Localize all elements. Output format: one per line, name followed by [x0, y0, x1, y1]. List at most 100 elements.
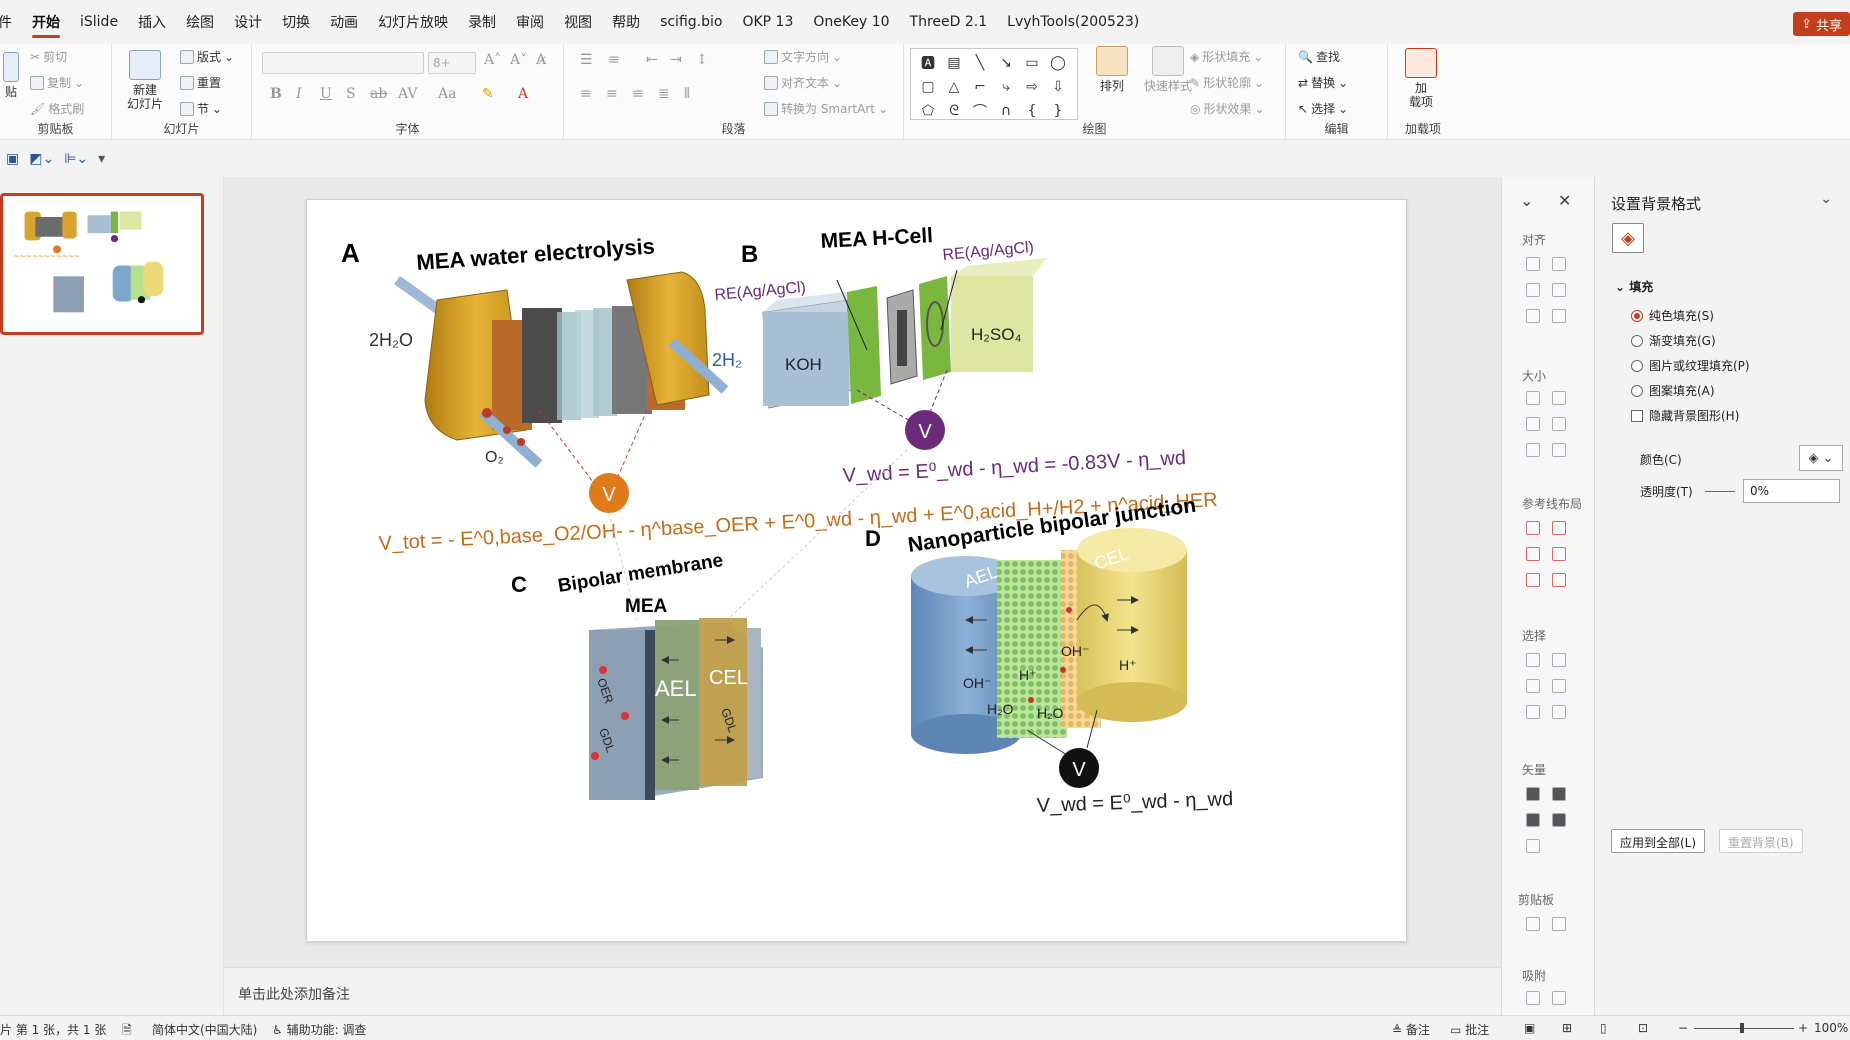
menu-slideshow[interactable]: 幻灯片放映 [368, 0, 458, 44]
italic-icon[interactable]: I [296, 86, 302, 102]
zoom-out-icon[interactable]: − [1678, 1021, 1688, 1035]
language-indicator[interactable]: 简体中文(中国大陆) [152, 1021, 257, 1038]
shape-effects-button[interactable]: ◎ 形状效果 ⌄ [1190, 100, 1265, 117]
notes-button[interactable]: ≜ 备注 [1392, 1021, 1430, 1038]
picture-fill-radio[interactable] [1631, 359, 1643, 372]
menu-file[interactable]: 件 [0, 0, 22, 44]
select-group-icon[interactable] [1552, 705, 1566, 719]
line-spacing-icon[interactable]: ↕ [696, 52, 708, 68]
menu-home[interactable]: 开始 [22, 0, 70, 44]
vector-combine-icon[interactable] [1552, 787, 1566, 801]
highlight-icon[interactable]: ✎ [482, 86, 494, 102]
vector-subtract-icon[interactable] [1526, 839, 1540, 853]
align-left-icon[interactable]: ≡ [580, 86, 592, 102]
gradient-fill-radio[interactable] [1631, 334, 1643, 347]
menu-transitions[interactable]: 切换 [272, 0, 320, 44]
slide-sorter-icon[interactable]: ⊞ [1562, 1021, 1572, 1035]
paste-button[interactable]: 贴 [0, 52, 22, 99]
select-bottom-icon[interactable] [1526, 705, 1540, 719]
hide-bg-graphics-option[interactable]: 隐藏背景图形(H) [1631, 407, 1739, 424]
distribute-tool-icon[interactable] [1526, 309, 1540, 323]
fill-tab-icon[interactable]: ◈ [1612, 223, 1644, 253]
spellcheck-icon[interactable]: 🗎 [122, 1021, 132, 1040]
select-same-icon[interactable] [1526, 653, 1540, 667]
menu-record[interactable]: 录制 [458, 0, 506, 44]
zoom-slider[interactable] [1694, 1028, 1794, 1029]
grow-font-icon[interactable]: A˄ [484, 52, 501, 68]
align-icon[interactable]: ⊫⌄ [64, 151, 88, 167]
chevron-down-icon[interactable]: ⌄ [1520, 191, 1533, 210]
select-button[interactable]: ↖ 选择 ⌄ [1298, 100, 1348, 117]
elbow-arrow-shape-icon[interactable]: ⤷ [993, 75, 1019, 99]
justify-icon[interactable]: ≣ [658, 86, 670, 102]
bold-icon[interactable]: B [270, 86, 282, 102]
textbox-shape-icon[interactable]: 🅰 [915, 51, 941, 75]
change-case-icon[interactable]: Aa [438, 86, 456, 102]
guide-left-icon[interactable] [1526, 521, 1540, 535]
snap2-icon[interactable] [1552, 991, 1566, 1005]
transparency-slider[interactable] [1705, 491, 1735, 492]
font-name-input[interactable] [262, 52, 424, 74]
increase-indent-icon[interactable]: ⇥ [670, 52, 682, 68]
layout-button[interactable]: 版式 ⌄ [180, 48, 234, 65]
decrease-indent-icon[interactable]: ⇤ [646, 52, 658, 68]
select-invert-icon[interactable] [1552, 653, 1566, 667]
menu-scifig[interactable]: scifig.bio [650, 0, 732, 44]
font-color-icon[interactable]: A [518, 86, 528, 102]
vtextbox-shape-icon[interactable]: ▤ [941, 51, 967, 75]
guide-center-icon[interactable] [1552, 521, 1566, 535]
shrink-font-icon[interactable]: A˅ [510, 52, 527, 68]
size-width-icon[interactable] [1526, 391, 1540, 405]
comments-button[interactable]: ▭ 批注 [1450, 1021, 1489, 1038]
strikethrough-icon[interactable]: ab [370, 86, 387, 102]
snap-icon[interactable] [1526, 991, 1540, 1005]
pattern-fill-option[interactable]: 图案填充(A) [1631, 382, 1715, 399]
shadow-icon[interactable]: S [346, 86, 356, 102]
pattern-fill-radio[interactable] [1631, 384, 1643, 397]
zoom-level[interactable]: 100% [1814, 1021, 1848, 1035]
customize-icon[interactable]: ▾ [98, 151, 105, 167]
menu-lvyhtools[interactable]: LvyhTools(200523) [997, 0, 1149, 44]
align-top-tool-icon[interactable] [1526, 283, 1540, 297]
triangle-shape-icon[interactable]: △ [941, 75, 967, 99]
select-top-icon[interactable] [1526, 679, 1540, 693]
align-center-icon[interactable]: ≡ [606, 86, 618, 102]
down-arrow-shape-icon[interactable]: ⇩ [1045, 75, 1071, 99]
vector-fragment-icon[interactable] [1526, 813, 1540, 827]
align-middle-tool-icon[interactable] [1552, 283, 1566, 297]
slide-thumbnail-1[interactable]: ~~~~~~~~~~~ [0, 193, 204, 335]
quick-styles-button[interactable]: 快速样式 [1140, 46, 1196, 93]
new-slide-button[interactable]: 新建 幻灯片 [120, 50, 170, 111]
align-text-button[interactable]: 对齐文本 ⌄ [764, 74, 842, 91]
menu-onekey[interactable]: OneKey 10 [803, 0, 899, 44]
shape-icon[interactable]: ◩⌄ [29, 151, 54, 167]
section-button[interactable]: 节 ⌄ [180, 100, 222, 117]
format-painter-button[interactable]: 🖌 格式刷 [30, 100, 84, 117]
rect-shape-icon[interactable]: ▭ [1019, 51, 1045, 75]
menu-help[interactable]: 帮助 [602, 0, 650, 44]
zoom-thumb[interactable] [1740, 1023, 1744, 1033]
gradient-fill-option[interactable]: 渐变填充(G) [1631, 332, 1716, 349]
cut-button[interactable]: ✂ 剪切 [30, 48, 67, 65]
menu-okp[interactable]: OKP 13 [732, 0, 803, 44]
shapes-gallery[interactable]: 🅰 ▤ ╲ ↘ ▭ ◯ ▢ △ ⌐ ⤷ ⇨ ⇩ ⬠ ᘓ ⌒ ∩{} [910, 48, 1078, 120]
slideshow-icon[interactable]: ⊡ [1638, 1021, 1648, 1035]
close-icon[interactable]: ✕ [1558, 191, 1571, 210]
color-picker-button[interactable]: ◈ ⌄ [1799, 445, 1843, 471]
solid-fill-radio[interactable] [1631, 309, 1643, 322]
line-shape-icon[interactable]: ╲ [967, 51, 993, 75]
strip-paste-icon[interactable] [1552, 917, 1566, 931]
zoom-in-icon[interactable]: + [1798, 1021, 1808, 1035]
reset-button[interactable]: 重置 [180, 74, 221, 91]
menu-view[interactable]: 视图 [554, 0, 602, 44]
menu-insert[interactable]: 插入 [128, 0, 176, 44]
char-spacing-icon[interactable]: AV [398, 86, 418, 102]
font-size-input[interactable]: 8+ [428, 52, 476, 74]
normal-view-icon[interactable]: ▣ [1524, 1021, 1535, 1035]
size-match2-icon[interactable] [1552, 417, 1566, 431]
fill-section-header[interactable]: ⌄ 填充 [1615, 278, 1653, 295]
menu-threed[interactable]: ThreeD 2.1 [900, 0, 998, 44]
size-match-icon[interactable] [1526, 417, 1540, 431]
copy-button[interactable]: 复制 ⌄ [30, 74, 84, 91]
arrange-button[interactable]: 排列 [1090, 46, 1134, 93]
